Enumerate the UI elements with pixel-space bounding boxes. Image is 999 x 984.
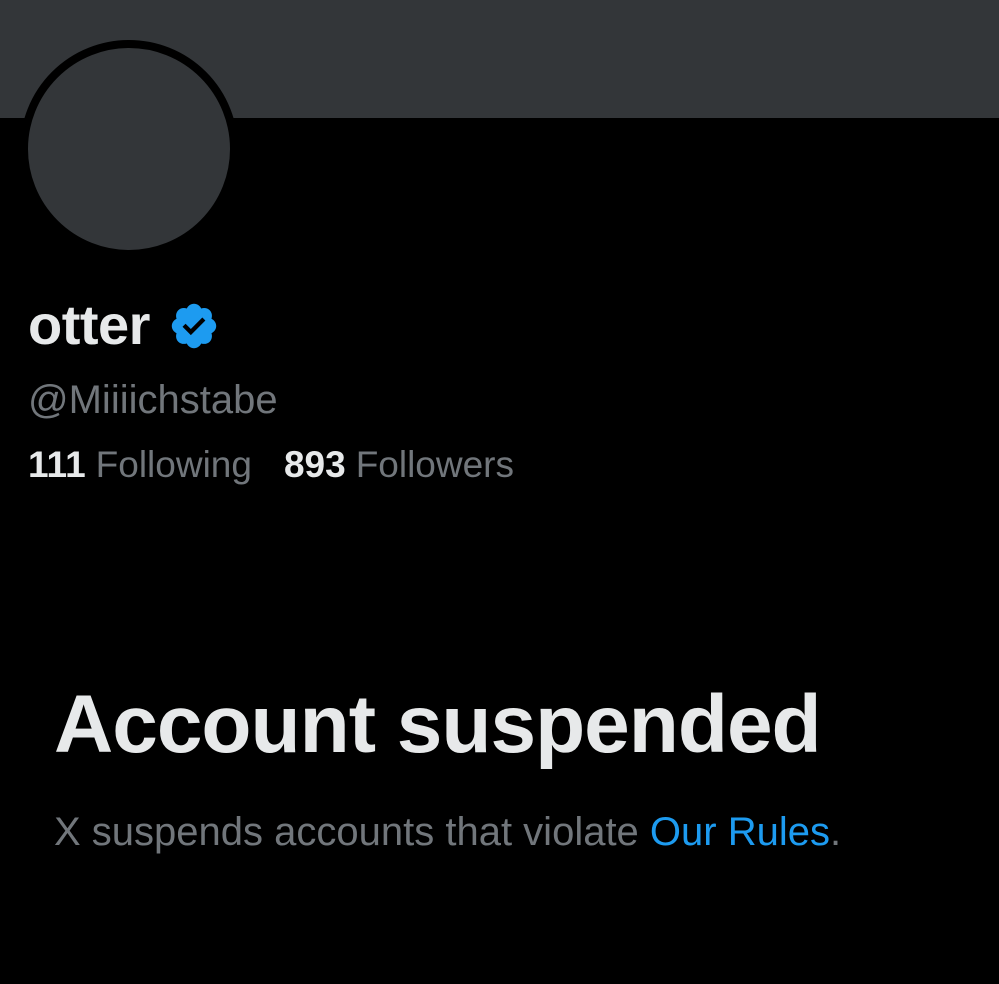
followers-count: 893 <box>283 444 346 485</box>
profile-stats: 111 Following 893 Followers <box>28 440 514 490</box>
our-rules-link[interactable]: Our Rules <box>650 810 830 854</box>
display-name-row: otter <box>28 290 220 360</box>
suspension-description-trailing: . <box>829 810 842 854</box>
suspension-description-text: X suspends accounts that violate <box>54 810 650 854</box>
suspension-title: Account suspended <box>54 679 822 770</box>
following-label: Following <box>95 444 252 485</box>
verified-badge-icon[interactable] <box>168 300 220 352</box>
following-stat[interactable]: 111 Following <box>28 440 252 490</box>
user-handle: @Miiiichstabe <box>28 378 278 422</box>
avatar[interactable] <box>20 40 238 258</box>
followers-label: Followers <box>355 444 515 485</box>
suspension-description: X suspends accounts that violate Our Rul… <box>54 804 841 860</box>
display-name: otter <box>28 293 150 356</box>
following-count: 111 <box>28 444 86 485</box>
followers-stat[interactable]: 893 Followers <box>284 440 514 490</box>
